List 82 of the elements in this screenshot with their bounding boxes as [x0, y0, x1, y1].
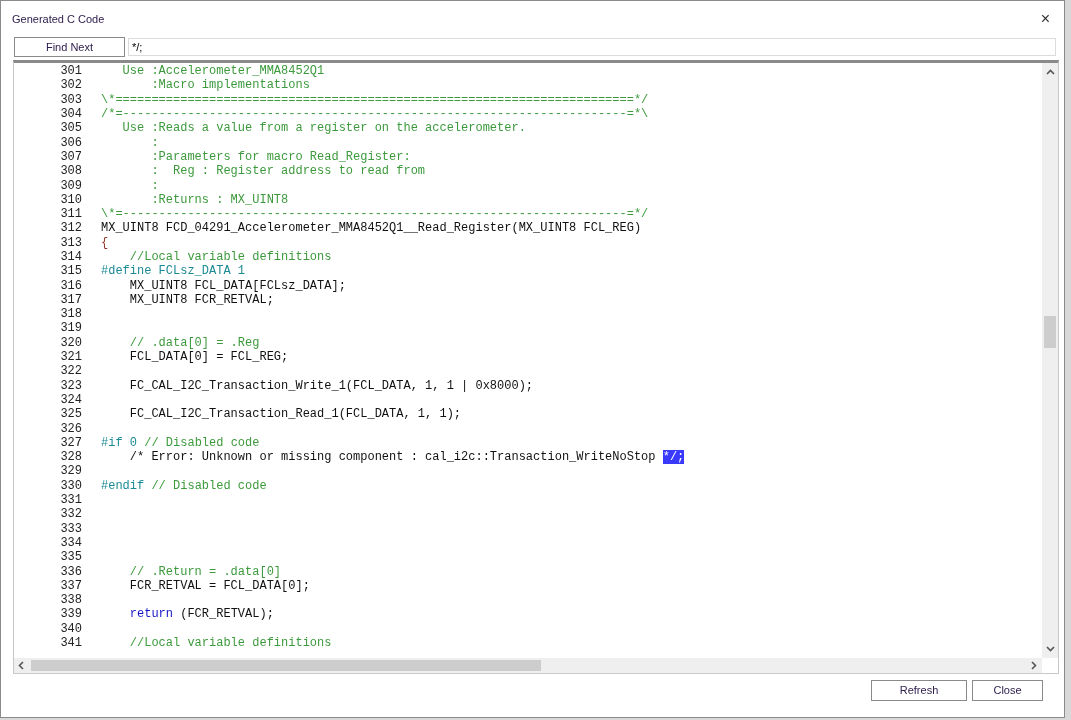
- line-number: 334: [59, 536, 82, 549]
- code-line: : Reg : Register address to read from: [150, 165, 426, 178]
- line-number: 341: [59, 637, 82, 649]
- code-line: return (FCR_RETVAL);: [128, 608, 274, 621]
- line-number: 320: [59, 336, 82, 349]
- line-number: 335: [59, 551, 82, 564]
- line-number: 316: [59, 279, 82, 292]
- code-line: /*=----------------------------------------------------------------------=*\: [101, 108, 649, 121]
- line-number: 318: [59, 308, 82, 321]
- code-line: //Local variable definitions: [128, 251, 332, 263]
- line-number: 307: [59, 150, 82, 163]
- line-number: 326: [59, 422, 82, 435]
- line-number: 321: [59, 351, 82, 364]
- code-line: //Local variable definitions: [128, 637, 332, 649]
- line-number: 340: [59, 622, 82, 635]
- line-number: 311: [59, 208, 82, 221]
- code-line: #if 0 // Disabled code: [101, 436, 260, 449]
- scroll-down-icon[interactable]: [1045, 646, 1055, 652]
- line-number: 322: [59, 365, 82, 378]
- line-number: 305: [59, 122, 82, 135]
- code-line: MX_UINT8 FCD_04291_Accelerometer_MMA8452Q1__Read_Register(MX_UINT8 FCL_REG): [101, 222, 642, 235]
- line-number: 314: [59, 251, 82, 263]
- code-line: FCR_RETVAL = FCL_DATA[0];: [128, 579, 310, 592]
- horizontal-scrollbar[interactable]: [14, 658, 1042, 673]
- find-next-button[interactable]: Find Next: [14, 37, 125, 57]
- code-line: #endif // Disabled code: [101, 479, 267, 492]
- line-number: 308: [59, 165, 82, 178]
- code-line: :: [150, 179, 159, 192]
- code-line: /* Error: Unknown or missing component : cal_i2c::Transaction_WriteNoStop */;: [128, 451, 685, 464]
- scroll-right-icon[interactable]: [1031, 661, 1037, 670]
- line-number: 317: [59, 293, 82, 306]
- scroll-up-icon[interactable]: [1045, 69, 1055, 75]
- code-line: :Returns : MX_UINT8: [150, 193, 289, 206]
- line-number: 329: [59, 465, 82, 478]
- line-number: 313: [59, 236, 82, 249]
- refresh-button[interactable]: Refresh: [871, 680, 967, 701]
- line-number: 338: [59, 594, 82, 607]
- scroll-left-icon[interactable]: [18, 661, 24, 670]
- code-line: :Parameters for macro Read_Register:: [150, 150, 411, 163]
- code-line: #define FCLsz_DATA 1: [101, 265, 246, 278]
- code-line: FC_CAL_I2C_Transaction_Write_1(FCL_DATA, 1, 1 | 0x8000);: [128, 379, 534, 392]
- line-number: 302: [59, 79, 82, 92]
- vertical-scrollbar[interactable]: [1042, 63, 1058, 658]
- line-number: 310: [59, 193, 82, 206]
- line-number: 330: [59, 479, 82, 492]
- line-number: 303: [59, 93, 82, 106]
- code-line: FC_CAL_I2C_Transaction_Read_1(FCL_DATA, 1, 1);: [128, 408, 462, 421]
- line-number: 333: [59, 522, 82, 535]
- line-number: 315: [59, 265, 82, 278]
- line-number: 336: [59, 565, 82, 578]
- code-line: FCL_DATA[0] = FCL_REG;: [128, 351, 289, 364]
- line-number: 332: [59, 508, 82, 521]
- line-number: 319: [59, 322, 82, 335]
- line-number: 323: [59, 379, 82, 392]
- line-number: 309: [59, 179, 82, 192]
- window-title: Generated C Code: [12, 11, 105, 27]
- code-line: :Macro implementations: [150, 79, 310, 92]
- code-line: Use :Accelerometer_MMA8452Q1: [121, 65, 325, 78]
- line-number: 306: [59, 136, 82, 149]
- code-line: \*=----------------------------------------------------------------------=*/: [101, 208, 649, 221]
- line-number: 331: [59, 494, 82, 507]
- line-number: 301: [59, 65, 82, 78]
- scroll-thumb[interactable]: [1044, 316, 1056, 348]
- code-line: // .data[0] = .Reg: [128, 336, 260, 349]
- line-number: 337: [59, 579, 82, 592]
- line-number: 324: [59, 393, 82, 406]
- line-number: 339: [59, 608, 82, 621]
- line-number: 327: [59, 436, 82, 449]
- scroll-thumb[interactable]: [31, 660, 541, 671]
- line-number: 304: [59, 108, 82, 121]
- line-number: 328: [59, 451, 82, 464]
- line-number: 325: [59, 408, 82, 421]
- close-button[interactable]: Close: [972, 680, 1043, 701]
- code-line: MX_UINT8 FCR_RETVAL;: [128, 293, 274, 306]
- search-field[interactable]: */;: [128, 38, 1056, 56]
- code-line: Use :Reads a value from a register on the accelerometer.: [121, 122, 526, 135]
- code-line: :: [150, 136, 159, 149]
- code-line: MX_UINT8 FCL_DATA[FCLsz_DATA];: [128, 279, 346, 292]
- code-line: {: [101, 236, 109, 249]
- line-number: 312: [59, 222, 82, 235]
- code-line: // .Return = .data[0]: [128, 565, 282, 578]
- code-line: \*========================================================================*/: [101, 93, 649, 106]
